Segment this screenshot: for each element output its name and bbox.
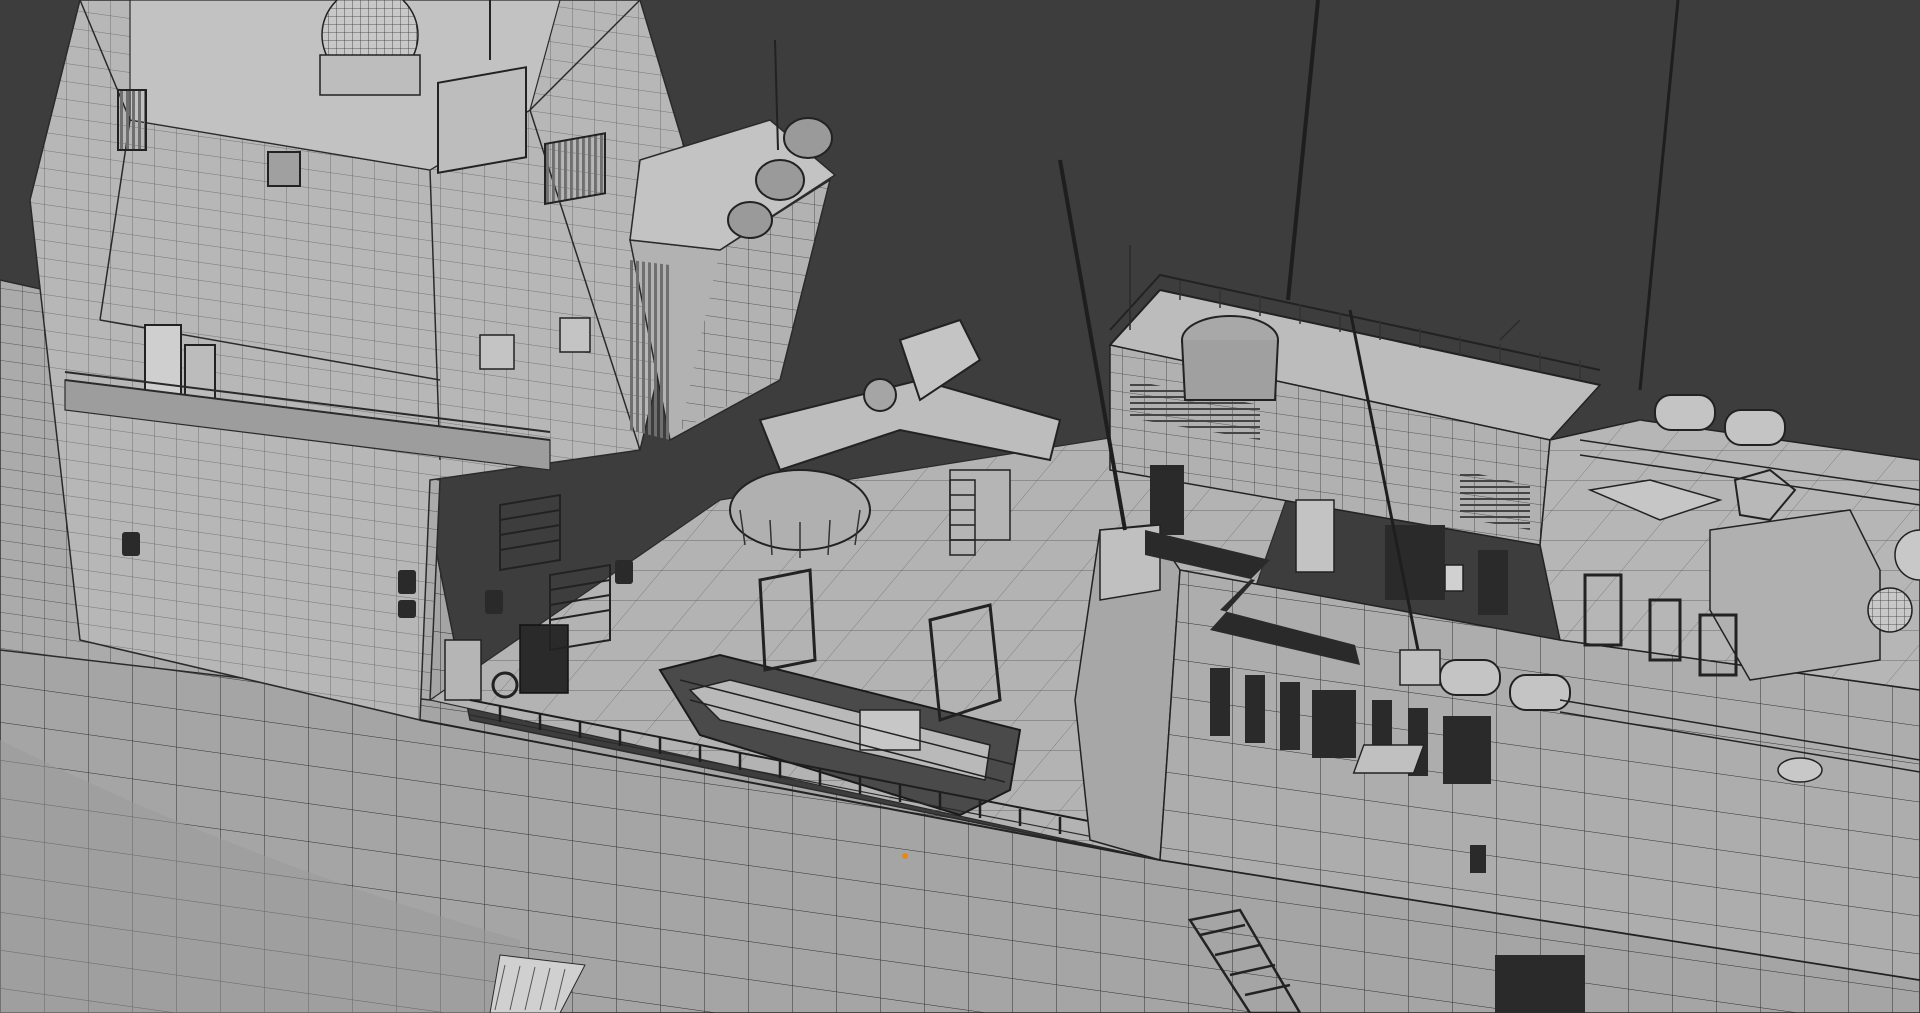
viewport-canvas[interactable] bbox=[0, 0, 1920, 1013]
hull-window-2[interactable] bbox=[1245, 675, 1265, 743]
selection-vertex-icon[interactable] bbox=[902, 853, 908, 859]
bridge-superstructure[interactable] bbox=[0, 0, 701, 721]
rib-boat-console[interactable] bbox=[859, 709, 921, 751]
crane-pulley[interactable] bbox=[863, 378, 897, 412]
porthole-3 bbox=[398, 600, 416, 618]
liferaft-3[interactable] bbox=[1439, 659, 1501, 696]
bridge-window-large[interactable] bbox=[437, 66, 527, 174]
antenna-whip-aft[interactable] bbox=[1638, 0, 1680, 391]
hangar-funnel[interactable] bbox=[1181, 339, 1279, 401]
ladder-bridge[interactable] bbox=[499, 493, 561, 572]
bridge-lower-hatch[interactable] bbox=[444, 639, 482, 701]
porthole-1 bbox=[122, 532, 140, 556]
exhaust-pipe-3[interactable] bbox=[727, 201, 773, 239]
hangar-hatch-frame[interactable] bbox=[1295, 499, 1335, 573]
liferaft-4[interactable] bbox=[1509, 674, 1571, 711]
bridge-hatch-upper[interactable] bbox=[479, 334, 515, 370]
exhaust-pipe-2[interactable] bbox=[755, 159, 805, 201]
radar-dome-base[interactable] bbox=[319, 54, 421, 96]
porthole-4 bbox=[485, 590, 503, 614]
funnel-vents bbox=[630, 260, 670, 440]
antenna-whip-tall[interactable] bbox=[1286, 0, 1320, 301]
hull-aft-door[interactable] bbox=[1495, 955, 1585, 1013]
antenna-thin-2[interactable] bbox=[1499, 319, 1521, 341]
hull-vent-small[interactable] bbox=[1470, 845, 1486, 873]
antenna-base[interactable] bbox=[1399, 649, 1441, 686]
hangar-box[interactable] bbox=[1444, 564, 1464, 592]
bridge-window-side[interactable] bbox=[117, 89, 147, 151]
bridge-lower-door[interactable] bbox=[519, 624, 569, 694]
bridge-door[interactable] bbox=[144, 324, 182, 401]
exhaust-pipe-1[interactable] bbox=[783, 117, 833, 159]
deck-bollard[interactable] bbox=[1352, 744, 1425, 774]
bridge-hatch-upper-2[interactable] bbox=[559, 317, 591, 353]
hull-window-4[interactable] bbox=[1312, 690, 1356, 758]
hangar-door-2[interactable] bbox=[1478, 550, 1508, 615]
liferaft-2[interactable] bbox=[1724, 409, 1786, 446]
hangar-door[interactable] bbox=[1150, 465, 1184, 535]
hull-window-1[interactable] bbox=[1210, 668, 1230, 736]
hull-window-3[interactable] bbox=[1280, 682, 1300, 750]
porthole-5 bbox=[615, 560, 633, 584]
deck-hatch-round[interactable] bbox=[1777, 757, 1823, 783]
hull-window-7[interactable] bbox=[1443, 716, 1491, 784]
bridge-window-small[interactable] bbox=[267, 151, 301, 187]
3d-viewport[interactable] bbox=[0, 0, 1920, 1013]
porthole-2 bbox=[398, 570, 416, 594]
bridge-window-grille[interactable] bbox=[544, 132, 606, 206]
liferaft-1[interactable] bbox=[1654, 394, 1716, 431]
radar-dome-aft-mesh bbox=[1868, 588, 1912, 632]
